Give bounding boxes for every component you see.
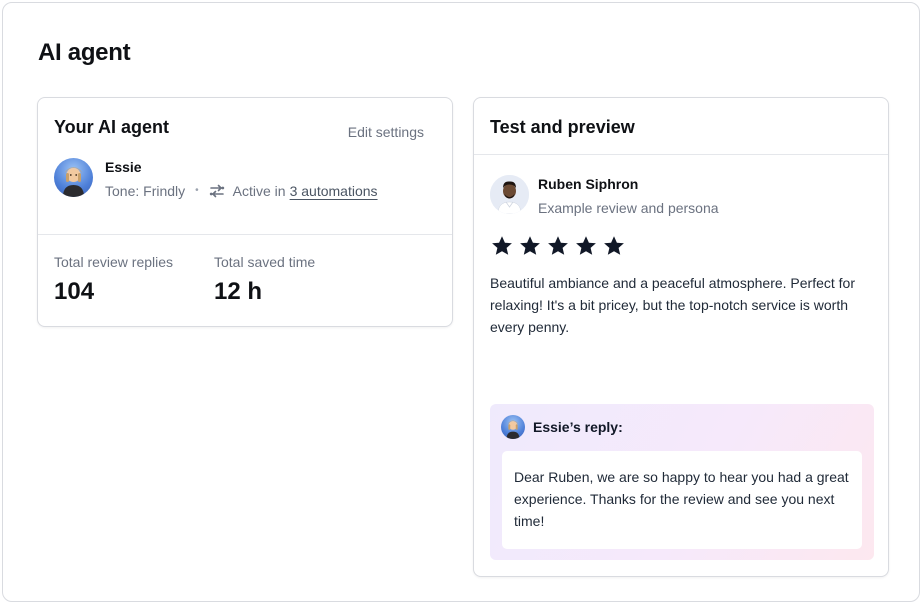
stat-value: 12 h xyxy=(214,278,263,305)
main-panel: AI agent Your AI agent Edit settings Ess… xyxy=(2,2,920,602)
star-icon xyxy=(546,234,570,258)
star-icon xyxy=(602,234,626,258)
agent-name: Essie xyxy=(105,159,142,175)
card-divider xyxy=(38,234,452,235)
reviewer-persona: Ruben Siphron Example review and persona xyxy=(490,175,719,217)
ai-agent-card: Your AI agent Edit settings Essie Tone: … xyxy=(37,97,453,327)
agent-tone: Tone: Frindly xyxy=(105,183,186,199)
star-icon xyxy=(518,234,542,258)
essie-avatar-icon xyxy=(63,167,84,197)
edit-settings-button[interactable]: Edit settings xyxy=(348,124,424,140)
reviewer-name: Ruben Siphron xyxy=(538,176,639,192)
essie-avatar-icon xyxy=(506,420,520,439)
agent-meta: Tone: Frindly • Active in 3 automations xyxy=(105,182,378,200)
stat-value: 104 xyxy=(54,278,95,305)
reply-header: Essie’s reply: xyxy=(501,415,623,439)
page-title: AI agent xyxy=(38,39,131,66)
automations-link[interactable]: 3 automations xyxy=(290,182,378,200)
ai-reply-box: Essie’s reply: Dear Ruben, we are so hap… xyxy=(490,404,874,560)
agent-info: Essie Tone: Frindly • Active in 3 automa… xyxy=(105,158,378,200)
stat-label: Total review replies xyxy=(54,254,174,270)
essie-avatar xyxy=(54,158,93,197)
star-rating xyxy=(490,234,626,258)
essie-avatar-small xyxy=(501,415,525,439)
agent-summary: Essie Tone: Frindly • Active in 3 automa… xyxy=(54,158,378,200)
test-preview-card: Test and preview Ruben Siphron Example r… xyxy=(473,97,889,577)
reviewer-subtitle: Example review and persona xyxy=(538,200,719,216)
reply-label: Essie’s reply: xyxy=(533,419,623,435)
active-in-label: Active in xyxy=(232,183,286,199)
stat-total-saved-time: Total saved time 12 h xyxy=(214,254,315,306)
automation-arrows-icon xyxy=(209,183,225,199)
ruben-avatar-icon xyxy=(490,175,529,214)
preview-card-title: Test and preview xyxy=(474,98,888,155)
star-icon xyxy=(490,234,514,258)
agent-card-title: Your AI agent xyxy=(54,117,170,137)
stat-label: Total saved time xyxy=(214,254,316,270)
stat-total-review-replies: Total review replies 104 xyxy=(54,254,173,306)
ruben-avatar xyxy=(490,175,529,214)
reviewer-info: Ruben Siphron Example review and persona xyxy=(538,175,719,217)
review-text: Beautiful ambiance and a peaceful atmosp… xyxy=(490,275,855,335)
star-icon xyxy=(574,234,598,258)
reply-text: Dear Ruben, we are so happy to hear you … xyxy=(502,451,862,549)
meta-separator: • xyxy=(195,185,199,196)
